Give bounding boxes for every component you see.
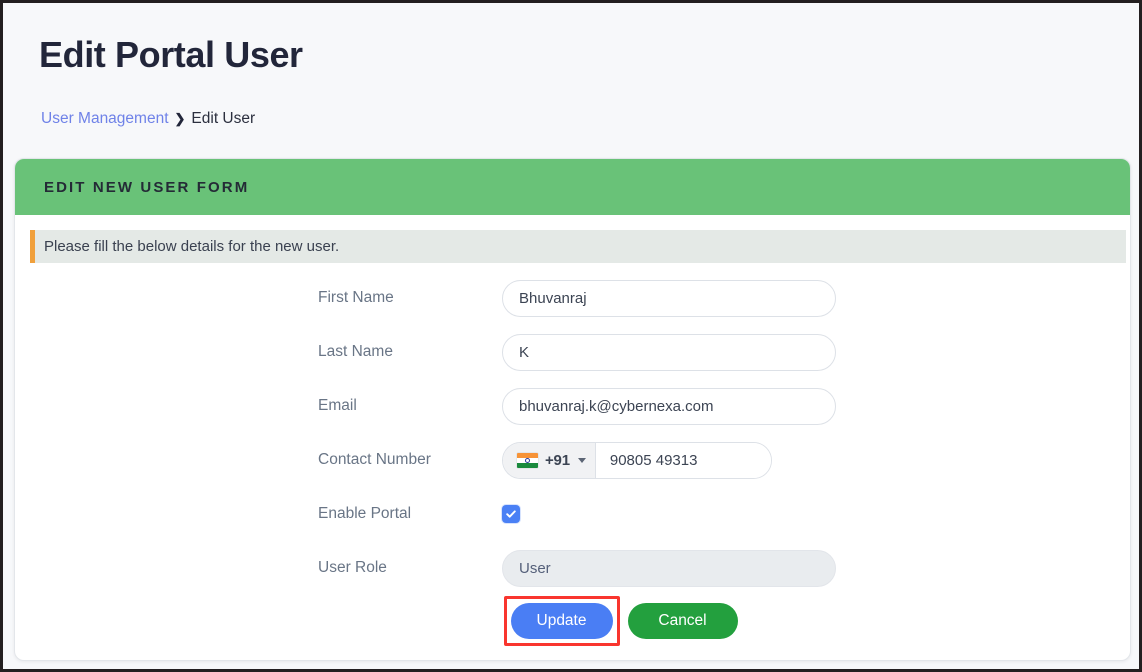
info-alert-bar: Please fill the below details for the ne… bbox=[30, 230, 1126, 263]
field-enable-portal bbox=[502, 505, 520, 523]
page-title: Edit Portal User bbox=[39, 34, 303, 75]
field-last-name bbox=[502, 333, 836, 371]
info-alert-text: Please fill the below details for the ne… bbox=[44, 238, 340, 255]
breadcrumb-link-user-management[interactable]: User Management bbox=[41, 109, 169, 129]
update-button[interactable]: Update bbox=[510, 603, 613, 639]
label-enable-portal: Enable Portal bbox=[318, 505, 412, 522]
update-button-highlight: Update bbox=[503, 596, 620, 646]
first-name-input[interactable] bbox=[502, 279, 836, 317]
cancel-button[interactable]: Cancel bbox=[627, 603, 738, 639]
phone-input-group: +91 bbox=[502, 441, 772, 479]
breadcrumb-current-edit-user: Edit User bbox=[191, 110, 256, 127]
field-first-name bbox=[502, 279, 836, 317]
country-code-selector[interactable]: +91 bbox=[503, 442, 596, 478]
field-contact-number: +91 bbox=[502, 441, 772, 479]
form-row-user-role: User Role bbox=[15, 541, 1130, 595]
label-first-name: First Name bbox=[318, 289, 394, 306]
label-contact-number: Contact Number bbox=[318, 451, 431, 468]
label-email: Email bbox=[318, 397, 357, 414]
label-last-name: Last Name bbox=[318, 343, 393, 360]
check-icon bbox=[506, 510, 516, 518]
user-role-input[interactable] bbox=[502, 549, 836, 587]
enable-portal-checkbox[interactable] bbox=[502, 505, 520, 523]
ashoka-chakra-icon bbox=[525, 457, 530, 463]
breadcrumb: User Management ❯ Edit User bbox=[41, 109, 255, 129]
label-user-role: User Role bbox=[318, 559, 387, 576]
card-header-title: EDIT NEW USER FORM bbox=[44, 178, 250, 196]
browser-window-frame: Edit Portal User User Management ❯ Edit … bbox=[0, 0, 1142, 672]
form-actions: Update Cancel bbox=[15, 596, 1130, 646]
edit-user-form-card: EDIT NEW USER FORM Please fill the below… bbox=[14, 158, 1131, 661]
contact-number-input[interactable] bbox=[595, 442, 771, 478]
chevron-right-icon: ❯ bbox=[174, 111, 186, 126]
page-body: Edit Portal User User Management ❯ Edit … bbox=[3, 3, 1139, 669]
chevron-down-icon bbox=[577, 457, 586, 463]
form-row-last-name: Last Name bbox=[15, 325, 1130, 379]
email-input[interactable] bbox=[502, 387, 836, 425]
form-row-first-name: First Name bbox=[15, 271, 1130, 325]
user-form: First Name Last Name Email bbox=[15, 271, 1130, 595]
form-row-contact-number: Contact Number +91 bbox=[15, 433, 1130, 487]
form-row-email: Email bbox=[15, 379, 1130, 433]
field-email bbox=[502, 387, 836, 425]
card-header: EDIT NEW USER FORM bbox=[15, 159, 1130, 215]
field-user-role bbox=[502, 549, 836, 587]
india-flag-icon bbox=[517, 452, 538, 468]
country-code-label: +91 bbox=[545, 451, 570, 469]
last-name-input[interactable] bbox=[502, 333, 836, 371]
form-row-enable-portal: Enable Portal bbox=[15, 487, 1130, 541]
